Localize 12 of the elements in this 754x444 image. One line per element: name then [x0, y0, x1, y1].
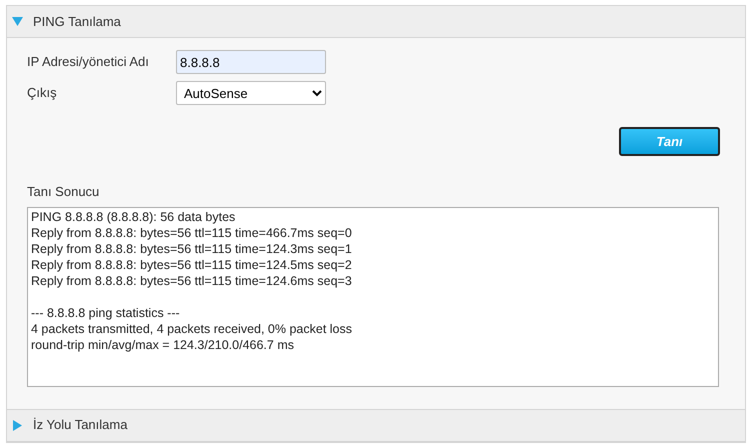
section-title: PING Tanılama — [33, 12, 121, 31]
field-label: IP Adresi/yönetici Adı — [27, 53, 150, 72]
result-label: Tanı Sonucu — [27, 183, 100, 201]
section-header[interactable]: İz Yolu Tanılama — [7, 410, 745, 442]
caret-right-icon — [12, 420, 23, 430]
ip-address-field[interactable]: 8.8.8.8 — [176, 50, 326, 74]
result-output[interactable]: PING 8.8.8.8 (8.8.8.8): 56 data bytes Reply from 8.8.8.8: bytes=56 ttl=115 time=466.7ms seq=0 Reply from 8.8.8.8: bytes=56 ttl=115 time=124.3ms seq=1 Reply from 8.8.8.8: bytes=56 ttl=115 time=124.5ms seq=2 Reply from 8.8.8.8: bytes=56 ttl=115 time=124.6ms seq=3 --- 8.8.8.8 ping statistics --- 4 packets transmitted, 4 packets received, 0% packet loss round-trip min/avg/max = 124.3/210.0/466.7 ms — [27, 206, 719, 386]
section-title: İz Yolu Tanılama — [33, 416, 128, 434]
section-header[interactable]: PING Tanılama — [7, 6, 745, 38]
exit-dropdown[interactable]: AutoSense — [176, 81, 326, 105]
field-label: Çıkış — [27, 84, 58, 102]
caret-down-icon — [12, 16, 23, 27]
